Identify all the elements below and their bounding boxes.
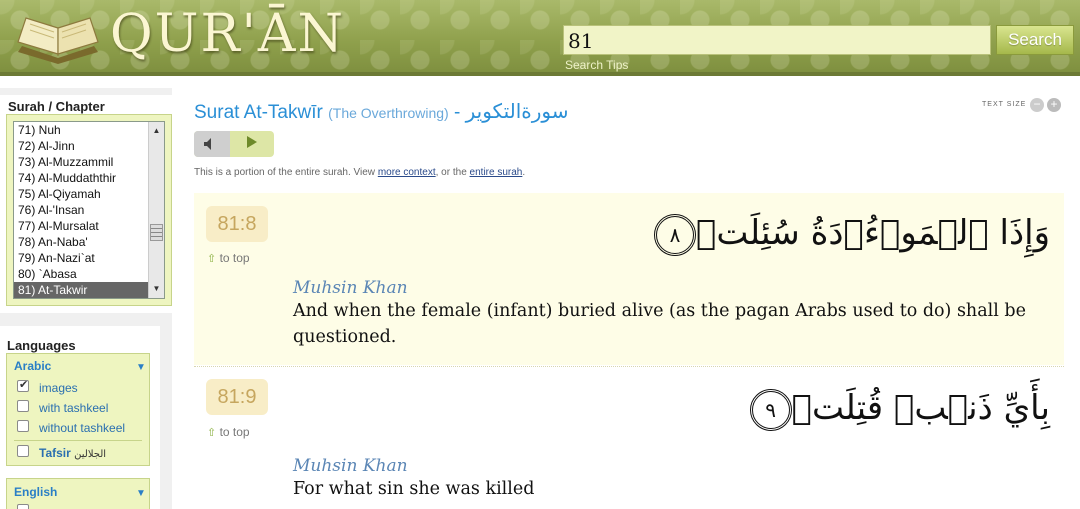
portion-notice: This is a portion of the entire surah. V… (194, 167, 525, 178)
ayah-number-icon: ٨ (654, 213, 696, 256)
verse-translation: For what sin she was killed (293, 479, 535, 499)
text-size-label: TEXT SIZE (982, 101, 1027, 108)
chapter-option[interactable]: 74) Al-Muddaththir (14, 170, 164, 186)
portion-suffix: . (522, 167, 526, 178)
page-title: Surat At-Takwīr (The Overthrowing) - سور… (194, 99, 568, 124)
to-top-label: to top (219, 251, 250, 265)
tafsir-checkbox[interactable] (17, 445, 29, 457)
ayah-number-icon: ٩ (749, 388, 792, 431)
search-tips-link[interactable]: Search Tips (565, 58, 628, 72)
with-tashkeel-checkbox[interactable] (17, 400, 29, 412)
verse-reference[interactable]: 81:8 (206, 206, 268, 242)
without-tashkeel-checkbox[interactable] (17, 420, 29, 432)
tafsir-jalalayn-label: الجلالين (74, 449, 107, 460)
to-top-label: to top (219, 425, 250, 439)
translator-name: Muhsin Khan (293, 278, 408, 298)
chapter-option[interactable]: 75) Al-Qiyamah (14, 186, 164, 202)
portion-prefix: This is a portion of the entire surah. V… (194, 167, 376, 178)
chapter-panel-title: Surah / Chapter (8, 99, 105, 114)
quran-book-logo-icon[interactable] (12, 6, 104, 68)
audio-player (194, 131, 274, 157)
header-bottom-border (0, 72, 1080, 76)
search-button[interactable]: Search (996, 25, 1074, 55)
chapter-option[interactable]: 80) `Abasa (14, 266, 164, 282)
verse-translation: And when the female (infant) buried aliv… (293, 301, 1026, 347)
options-divider (14, 440, 142, 441)
chapter-option[interactable]: 77) Al-Mursalat (14, 218, 164, 234)
translator-name: Muhsin Khan (293, 456, 408, 476)
arabic-verse-text: وَإِذَا ٱلۡمَوۡءُۥدَةُ سُئِلَتۡ٨ (644, 213, 1050, 256)
surah-title-translation: (The Overthrowing) (328, 105, 449, 121)
tafsir-option-label[interactable]: Tafsir الجلالين (39, 446, 106, 460)
tafsir-label: Tafsir (39, 446, 71, 460)
surah-title-arabic: سورةالتكوير (465, 99, 569, 123)
chapter-option[interactable]: 76) Al-'Insan (14, 202, 164, 218)
arabic-verse: وَإِذَا ٱلۡمَوۡءُۥدَةُ سُئِلَتۡ (696, 213, 1050, 253)
text-size-increase-icon[interactable]: + (1047, 98, 1061, 112)
images-checkbox[interactable] (17, 378, 29, 392)
chapter-select-list[interactable]: 71) Nuh 72) Al-Jinn 73) Al-Muzzammil 74)… (13, 121, 165, 299)
with-tashkeel-option-label[interactable]: with tashkeel (39, 401, 108, 415)
scrollbar-thumb[interactable] (150, 224, 163, 241)
chapter-list-scrollbar[interactable]: ▲ ▼ (148, 122, 164, 298)
chapter-option[interactable]: 72) Al-Jinn (14, 138, 164, 154)
entire-surah-link[interactable]: entire surah (470, 167, 523, 178)
verse-separator (194, 366, 1064, 367)
chapter-option[interactable]: 79) An-Nazi`at (14, 250, 164, 266)
chapter-option-selected[interactable]: 81) At-Takwir (14, 282, 164, 298)
surah-title: Surat At-Takwīr (194, 102, 323, 123)
scroll-up-arrow-icon[interactable]: ▲ (149, 124, 164, 138)
title-separator: - (453, 102, 461, 123)
images-option-label[interactable]: images (39, 381, 78, 395)
text-size-decrease-icon[interactable]: − (1030, 98, 1044, 112)
search-input[interactable]: 81 (563, 25, 991, 55)
more-context-link[interactable]: more context (378, 167, 436, 178)
languages-title: Languages (7, 338, 76, 353)
site-header: QUR'ĀN 81 Search Search Tips (0, 0, 1080, 76)
arabic-verse-text: بِأَيِّ ذَنۢبٖ قُتِلَتۡ٩ (740, 388, 1050, 431)
speaker-icon[interactable] (203, 137, 217, 151)
play-icon[interactable] (246, 135, 258, 149)
arabic-verse: بِأَيِّ ذَنۢبٖ قُتِلَتۡ (791, 388, 1050, 428)
to-top-link[interactable]: ⇧ to top (207, 425, 250, 439)
to-top-link[interactable]: ⇧ to top (207, 251, 250, 265)
chapter-option[interactable]: 71) Nuh (14, 122, 164, 138)
scroll-down-arrow-icon[interactable]: ▼ (149, 282, 164, 296)
verse-block: 81:8 ⇧ to top وَإِذَا ٱلۡمَوۡءُۥدَةُ سُئ… (194, 193, 1064, 365)
chapter-option[interactable]: 73) Al-Muzzammil (14, 154, 164, 170)
english-option-checkbox[interactable] (17, 504, 29, 509)
english-language-toggle[interactable]: English (14, 485, 57, 499)
without-tashkeel-option-label[interactable]: without tashkeel (39, 421, 125, 435)
arabic-language-toggle[interactable]: Arabic (14, 359, 51, 373)
site-logo-text[interactable]: QUR'ĀN (110, 4, 345, 64)
up-arrow-icon: ⇧ (207, 253, 217, 265)
up-arrow-icon: ⇧ (207, 427, 217, 439)
verse-reference[interactable]: 81:9 (206, 379, 268, 415)
chapter-option[interactable]: 78) An-Naba' (14, 234, 164, 250)
portion-mid: , or the (435, 167, 467, 178)
verse-block: 81:9 ⇧ to top بِأَيِّ ذَنۢبٖ قُتِلَتۡ٩ M… (194, 368, 1064, 509)
